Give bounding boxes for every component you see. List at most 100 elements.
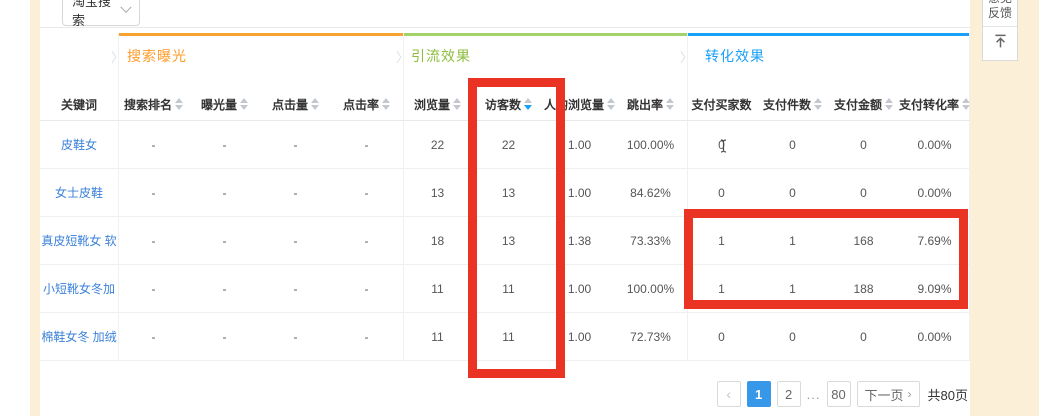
sort-carets-icon[interactable] — [175, 98, 183, 110]
sort-carets-icon[interactable] — [382, 98, 390, 110]
sort-carets-icon[interactable] — [453, 98, 461, 110]
column-header: 支付买家数 — [686, 96, 757, 113]
column-header-label: 搜索排名 — [124, 96, 172, 113]
text-cursor — [719, 139, 728, 158]
sort-carets-icon[interactable] — [524, 98, 532, 110]
back-to-top-icon — [992, 33, 1009, 55]
column-headers: 搜索排名 曝光量 点击量 点击率 浏览量访客数人均浏览量跳出率支付买家数支付件数支付金额… — [118, 96, 970, 113]
column-header[interactable]: 人均浏览量 — [544, 96, 615, 113]
feedback-button[interactable]: 意见反馈 — [983, 0, 1017, 27]
column-header-label: 支付转化率 — [899, 96, 959, 113]
table-cell: - — [260, 186, 331, 200]
table-cell: 73.33% — [615, 234, 686, 248]
table-cell: 0 — [828, 186, 899, 200]
sort-carets-icon[interactable] — [962, 98, 970, 110]
column-header-label: 曝光量 — [201, 96, 237, 113]
table-cell: - — [260, 330, 331, 344]
table-cell: 1.00 — [544, 282, 615, 296]
table-cell: - — [189, 330, 260, 344]
table-cell: 11 — [473, 330, 544, 344]
table-cell: 13 — [473, 186, 544, 200]
table-cell: 9.09% — [899, 282, 970, 296]
table-cell: 11 — [473, 282, 544, 296]
table-cell: - — [331, 282, 402, 296]
back-to-top-button[interactable] — [983, 27, 1017, 60]
table-cell: 13 — [473, 234, 544, 248]
column-header-label: 点击率 — [343, 96, 379, 113]
column-header-keyword: 关键词 — [40, 96, 118, 113]
table-cell: 1 — [757, 282, 828, 296]
table-row: 真皮短靴女 软----18131.3873.33%111687.69% — [40, 217, 970, 265]
column-header[interactable]: 支付件数 — [757, 96, 828, 113]
sort-carets-icon[interactable] — [240, 98, 248, 110]
table-cell: 13 — [402, 186, 473, 200]
table-cell: - — [260, 234, 331, 248]
table-cell: 1.00 — [544, 330, 615, 344]
table-cell: 11 — [402, 282, 473, 296]
keyword-link[interactable]: 小短靴女冬加 — [40, 280, 118, 297]
table-cell: 22 — [473, 138, 544, 152]
group-title-conversion-effect: 转化效果 — [705, 46, 765, 66]
column-header[interactable]: 曝光量 — [189, 96, 260, 113]
column-header-label: 支付件数 — [763, 96, 811, 113]
keyword-link[interactable]: 皮鞋女 — [40, 136, 118, 153]
column-header-label: 人均浏览量 — [544, 96, 604, 113]
column-header[interactable]: 浏览量 — [402, 96, 473, 113]
table-cell: 0 — [828, 138, 899, 152]
sort-carets-icon[interactable] — [666, 98, 674, 110]
sort-carets-icon[interactable] — [885, 98, 893, 110]
next-page-button[interactable]: 下一页 › — [857, 381, 920, 407]
table-cell: 18 — [402, 234, 473, 248]
table-cell: 84.62% — [615, 186, 686, 200]
table-cell: - — [118, 330, 189, 344]
sort-carets-icon[interactable] — [607, 98, 615, 110]
next-arrow-icon: › — [908, 387, 912, 401]
sort-carets-icon[interactable] — [814, 98, 822, 110]
table-body: 皮鞋女----22221.00100.00%0000.00%女士皮鞋----13… — [40, 121, 970, 361]
page-button-active[interactable]: 1 — [747, 381, 771, 407]
table-cell: 11 — [402, 330, 473, 344]
keyword-analytics-table: 〉 〉 〉 搜索曝光 引流效果 转化效果 关键词 搜索排名曝光量点击量点击率浏览… — [40, 0, 970, 416]
table-cell: - — [118, 234, 189, 248]
group-bar-traffic-effect — [403, 33, 687, 36]
column-header[interactable]: 搜索排名 — [118, 96, 189, 113]
keyword-link[interactable]: 女士皮鞋 — [40, 184, 118, 201]
table-cell: 1 — [686, 282, 757, 296]
column-header-label: 点击量 — [272, 96, 308, 113]
column-header[interactable]: 跳出率 — [615, 96, 686, 113]
table-cell: 188 — [828, 282, 899, 296]
column-header[interactable]: 支付金额 — [828, 96, 899, 113]
next-page-label: 下一页 — [865, 385, 904, 404]
table-cell: 100.00% — [615, 138, 686, 152]
keyword-link[interactable]: 真皮短靴女 软 — [40, 232, 118, 249]
table-row: 小短靴女冬加----11111.00100.00%111889.09% — [40, 265, 970, 313]
table-cell: 1.00 — [544, 186, 615, 200]
table-cell: - — [118, 186, 189, 200]
table-header-row: 关键词 搜索排名 曝光量 点击量 点击率 浏览量访客数人均浏览量跳出率支付买家数支付件数… — [40, 88, 970, 121]
table-cell: - — [189, 186, 260, 200]
column-header[interactable]: 访客数 — [473, 96, 544, 113]
column-header[interactable]: 点击量 — [260, 96, 331, 113]
table-cell: 0.00% — [899, 330, 970, 344]
sort-carets-icon[interactable] — [311, 98, 319, 110]
column-header[interactable]: 点击率 — [331, 96, 402, 113]
table-cell: 0 — [757, 186, 828, 200]
page-button[interactable]: 2 — [777, 381, 801, 407]
page-button[interactable]: 80 — [827, 381, 851, 407]
analytics-page: 淘宝搜索 〉 〉 〉 搜索曝光 引流效果 转化效果 关键词 搜索排名曝光量点击量… — [0, 0, 1039, 416]
table-cell: - — [189, 138, 260, 152]
table-cell: 0 — [686, 330, 757, 344]
prev-page-button[interactable]: ‹ — [717, 381, 741, 407]
page-list: 12...80 — [747, 381, 851, 407]
table-cell: - — [260, 282, 331, 296]
table-cell: - — [189, 282, 260, 296]
keyword-link[interactable]: 棉鞋女冬 加绒 — [40, 328, 118, 345]
table-cell: - — [331, 234, 402, 248]
table-cell: 168 — [828, 234, 899, 248]
table-cell: 0 — [757, 138, 828, 152]
table-cell: - — [331, 330, 402, 344]
left-margin-stripe — [30, 0, 40, 416]
table-cell: 100.00% — [615, 282, 686, 296]
table-cell: - — [331, 186, 402, 200]
column-header[interactable]: 支付转化率 — [899, 96, 970, 113]
